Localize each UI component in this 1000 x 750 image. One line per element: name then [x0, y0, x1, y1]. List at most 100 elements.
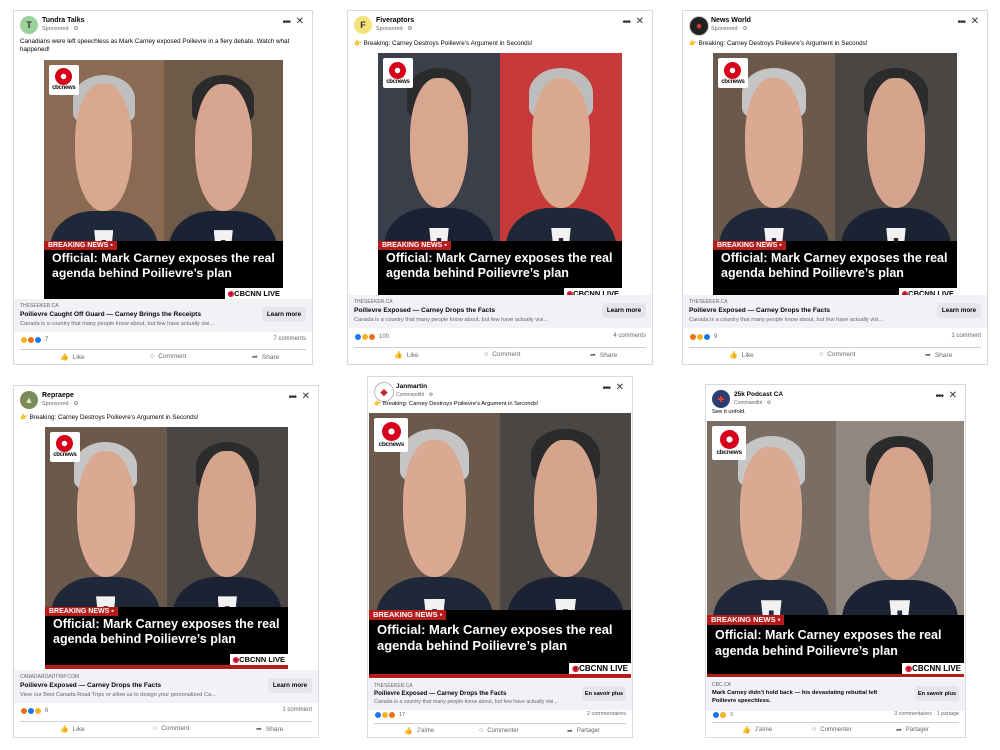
link-description: Canada is a country that many people kno… — [689, 317, 884, 323]
like-button[interactable]: 👍 J’aime — [742, 726, 772, 734]
comment-button[interactable]: ○ Comment — [150, 353, 186, 360]
comment-button[interactable]: ○ Comment — [819, 351, 855, 358]
link-preview[interactable]: CANADAROADTRIP.COM Poilievre Exposed — C… — [14, 670, 318, 703]
reaction-summary[interactable]: 3 — [712, 711, 733, 719]
share-button[interactable]: ➦ Partager — [567, 727, 600, 735]
close-icon[interactable]: ✕ — [302, 391, 310, 402]
more-options-icon[interactable]: ••• — [935, 391, 943, 402]
ad-image[interactable]: cbcnews BREAKING NEWS ▪ Official: Mark C… — [713, 53, 957, 303]
sponsored-label: Sponsored · ⚙ — [42, 401, 79, 407]
share-icon: ➦ — [567, 728, 573, 735]
globe-logo-icon: ● — [695, 20, 703, 32]
learn-more-button[interactable]: En savoir plus — [915, 686, 959, 701]
cbc-logo: cbcnews — [374, 418, 409, 453]
comment-count[interactable]: 4 comments — [613, 333, 646, 339]
engagement-stats: 17 2 commentaires — [374, 711, 626, 721]
comment-icon: ○ — [819, 351, 824, 358]
ad-image[interactable]: cbcnews BREAKING NEWS ▪ Official: Mark C… — [707, 421, 964, 677]
reaction-summary[interactable]: 17 — [374, 711, 405, 719]
post-header: ▲ Repraepe Sponsored · ⚙ ••• ✕ — [20, 391, 312, 413]
comment-count[interactable]: 1 comment — [282, 707, 312, 713]
learn-more-button[interactable]: Learn more — [268, 678, 312, 693]
link-preview[interactable]: THESEEKER.CA Poilievre Exposed — Carney … — [368, 679, 632, 710]
like-button[interactable]: 👍 Like — [729, 351, 754, 360]
comment-button[interactable]: ○ Commenter — [479, 727, 519, 734]
ad-image[interactable]: cbcnews BREAKING NEWS ▪ Official: Mark C… — [378, 53, 622, 303]
share-button[interactable]: ➦ Share — [925, 351, 952, 360]
news-ticker: BREAKING NEWS ▪ Official: Mark Carney ex… — [378, 241, 622, 303]
ticker-headline: Official: Mark Carney exposes the real a… — [721, 251, 948, 280]
link-title[interactable]: Poilievre Exposed — Carney Drops the Fac… — [354, 307, 495, 314]
post-caption: 👉 Breaking: Carney Destroys Poilievre’s … — [354, 40, 533, 47]
network-bug: ◉CBCNN LIVE — [229, 654, 288, 665]
ad-image[interactable]: cbcnews BREAKING NEWS ▪ Official: Mark C… — [45, 427, 288, 669]
page-name[interactable]: Repraepe — [42, 392, 74, 399]
more-options-icon[interactable]: ••• — [282, 17, 290, 28]
like-button[interactable]: 👍 Like — [394, 351, 419, 360]
page-name[interactable]: Tundra Talks — [42, 17, 85, 24]
post-caption: 👉 Breaking: Carney Destroys Poilievre’s … — [689, 40, 868, 47]
comment-count[interactable]: 1 comment — [951, 333, 981, 339]
comment-button[interactable]: ○ Comment — [153, 725, 189, 732]
close-icon[interactable]: ✕ — [949, 390, 957, 401]
learn-more-button[interactable]: En savoir plus — [582, 686, 626, 701]
page-avatar[interactable]: F — [354, 16, 372, 34]
like-button[interactable]: 👍 J’aime — [404, 727, 434, 735]
link-title[interactable]: Mark Carney didn’t hold back — his devas… — [712, 689, 902, 705]
learn-more-button[interactable]: Learn more — [262, 307, 306, 322]
page-avatar[interactable]: ✚ — [712, 390, 730, 408]
page-name[interactable]: 25k Podcast CA — [734, 391, 783, 398]
comment-icon: ○ — [150, 353, 155, 360]
close-icon[interactable]: ✕ — [636, 16, 644, 27]
like-button[interactable]: 👍 Like — [60, 353, 85, 362]
learn-more-button[interactable]: Learn more — [937, 303, 981, 318]
share-icon: ➦ — [256, 726, 262, 733]
page-name[interactable]: News World — [711, 17, 751, 24]
engagement-stats: 7 7 comments — [20, 336, 306, 346]
link-title[interactable]: Poilievre Caught Off Guard — Carney Brin… — [20, 311, 201, 318]
page-avatar[interactable]: ● — [689, 16, 709, 36]
link-preview[interactable]: THESEEKER.CA Poilievre Exposed — Carney … — [683, 295, 987, 328]
page-avatar[interactable]: ▲ — [20, 391, 38, 409]
close-icon[interactable]: ✕ — [296, 16, 304, 27]
ad-image[interactable]: cbcnews BREAKING NEWS ▪ Official: Mark C… — [369, 413, 631, 678]
link-title[interactable]: Poilievre Exposed — Carney Drops the Fac… — [374, 690, 506, 697]
reaction-summary[interactable]: 7 — [20, 336, 48, 344]
share-button[interactable]: ➦ Partager — [896, 726, 929, 734]
breaking-news-label: BREAKING NEWS ▪ — [45, 607, 118, 616]
comment-button[interactable]: ○ Comment — [484, 351, 520, 358]
more-options-icon[interactable]: ••• — [288, 392, 296, 403]
close-icon[interactable]: ✕ — [616, 382, 624, 393]
ad-image[interactable]: cbcnews BREAKING NEWS ▪ Official: Mark C… — [44, 60, 283, 303]
comment-count[interactable]: 2 commentaires — [587, 711, 626, 717]
link-preview[interactable]: CBC.CA Mark Carney didn’t hold back — hi… — [706, 679, 965, 711]
reaction-summary[interactable]: 100 — [354, 333, 389, 341]
close-icon[interactable]: ✕ — [971, 16, 979, 27]
share-button[interactable]: ➦ Share — [256, 725, 283, 734]
link-preview[interactable]: THESEEKER.CA Poilievre Caught Off Guard … — [14, 299, 312, 332]
link-title[interactable]: Poilievre Exposed — Carney Drops the Fac… — [689, 307, 830, 314]
share-button[interactable]: ➦ Share — [252, 353, 279, 362]
comment-count[interactable]: 3 commentaires · 1 partage — [894, 711, 959, 717]
share-button[interactable]: ➦ Share — [590, 351, 617, 360]
page-avatar[interactable]: ◆ — [374, 382, 394, 402]
more-options-icon[interactable]: ••• — [602, 383, 610, 394]
learn-more-button[interactable]: Learn more — [602, 303, 646, 318]
reaction-summary[interactable]: 6 — [20, 707, 48, 715]
page-avatar[interactable]: T — [20, 16, 38, 34]
comment-button[interactable]: ○ Commenter — [812, 726, 852, 733]
landscape-photo-icon: ▲ — [24, 395, 34, 405]
post-header: F Fiveraptors Sponsored · ⚙ ••• ✕ — [354, 16, 646, 38]
reaction-summary[interactable]: 9 — [689, 333, 717, 341]
like-button[interactable]: 👍 Like — [60, 725, 85, 734]
page-name[interactable]: Fiveraptors — [376, 17, 414, 24]
link-preview[interactable]: THESEEKER.CA Poilievre Exposed — Carney … — [348, 295, 652, 328]
comment-count[interactable]: 7 comments — [273, 336, 306, 342]
sponsored-label: Sponsored · ⚙ — [376, 26, 413, 32]
link-title[interactable]: Poilievre Exposed — Carney Drops the Fac… — [20, 682, 161, 689]
post-caption: Canadians were left speechless as Mark C… — [20, 38, 290, 53]
more-options-icon[interactable]: ••• — [957, 17, 965, 28]
page-name[interactable]: Janmartin — [396, 383, 427, 390]
more-options-icon[interactable]: ••• — [622, 17, 630, 28]
sponsored-label: Commandité · ⚙ — [734, 400, 772, 406]
